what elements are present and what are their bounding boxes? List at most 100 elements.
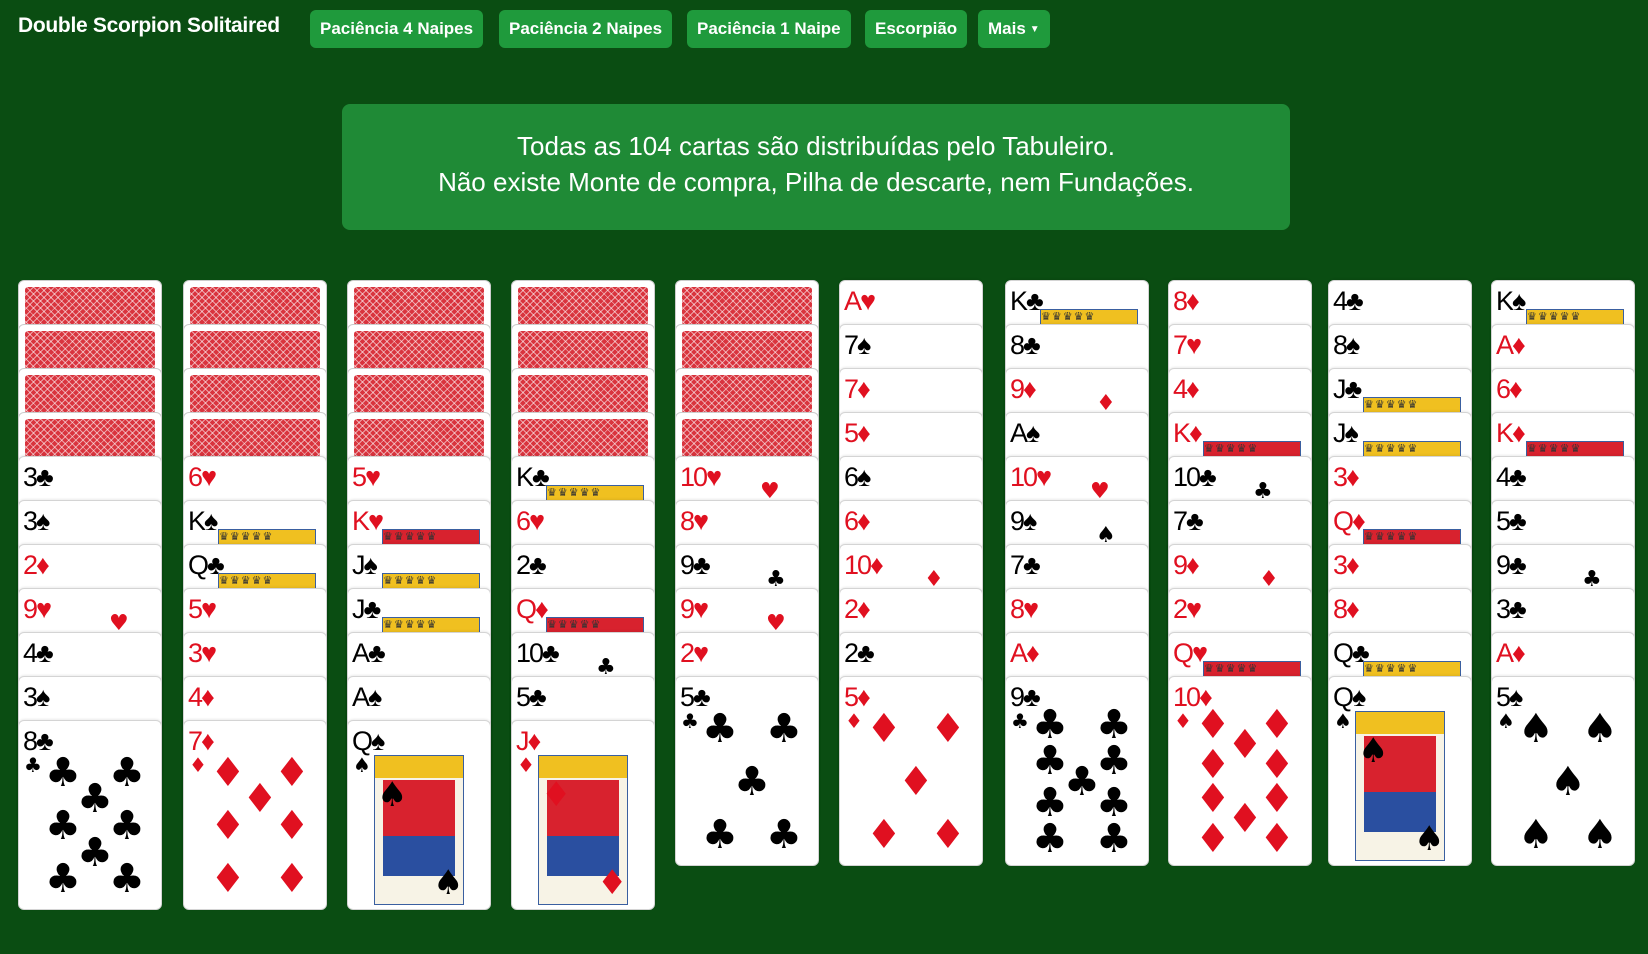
card-index: K♦ [1496, 419, 1526, 447]
card-index: K♥ [352, 506, 384, 536]
clubs-pip-icon: ♣ [45, 856, 81, 902]
card-index: 7♠ [844, 331, 871, 359]
card-index: 7♦ [844, 375, 871, 403]
card-rank: 9 [680, 550, 695, 580]
clubs-suit-icon: ♣ [36, 638, 54, 668]
card-index: J♦ [516, 726, 542, 756]
diamonds-suit-icon: ♦ [1509, 374, 1523, 404]
card-rank: K [1496, 286, 1514, 316]
card-index: 4♦ [188, 682, 215, 712]
card-7-of-diamonds[interactable]: 7♦ ♦ ♦ ♦ ♦ ♦ ♦ ♦ ♦ [183, 720, 327, 910]
card-rank: 5 [844, 682, 859, 712]
card-index: Q♥ [1173, 639, 1208, 667]
spades-suit-icon: ♠ [371, 726, 385, 756]
card-5-of-diamonds[interactable]: 5♦ ♦ ♦ ♦ ♦ ♦ ♦ [839, 676, 983, 866]
spades-suit-icon: ♠ [204, 506, 218, 536]
card-9-of-clubs[interactable]: 9♣ ♣ ♣ ♣ ♣ ♣ ♣ ♣ ♣ ♣ ♣ [1005, 676, 1149, 866]
card-q-of-spades[interactable]: Q♠ ♠ ♠ ♠ [1328, 676, 1472, 866]
card-rank: 8 [1333, 594, 1348, 624]
diamonds-corner-icon: ♦ [1174, 709, 1192, 733]
nav-escorpiao[interactable]: Escorpião [865, 10, 968, 48]
court-card-crown-icon: ♛♛♛♛♛ [218, 573, 316, 588]
hearts-suit-icon: ♥ [1186, 594, 1202, 624]
card-rank: 2 [1173, 594, 1188, 624]
diamonds-pip-icon: ♦ [1259, 702, 1295, 748]
spades-corner-icon: ♠ [1497, 709, 1515, 733]
card-8-of-clubs[interactable]: 8♣ ♣ ♣ ♣ ♣ ♣ ♣ ♣ ♣ ♣ [18, 720, 162, 910]
nav-mais-dropdown[interactable]: Mais ▼ [978, 10, 1050, 48]
card-rank: 9 [1010, 506, 1025, 536]
card-rank: 5 [188, 594, 203, 624]
card-rank: 9 [1010, 374, 1025, 404]
card-index: 6♥ [188, 463, 217, 491]
diamonds-suit-icon: ♦ [1186, 550, 1200, 580]
clubs-suit-icon: ♣ [529, 682, 547, 712]
card-5-of-clubs[interactable]: 5♣ ♣ ♣ ♣ ♣ ♣ ♣ [675, 676, 819, 866]
card-rank: 8 [1010, 594, 1025, 624]
card-rank: K [352, 506, 370, 536]
diamonds-pip-icon: ♦ [866, 812, 902, 858]
card-index: 8♠ [1333, 331, 1360, 359]
diamonds-suit-icon: ♦ [857, 418, 871, 448]
site-title[interactable]: Double Scorpion Solitaired [18, 14, 280, 38]
card-index: 3♣ [23, 463, 54, 491]
card-index: 5♣ [1496, 506, 1527, 536]
card-index: 9♦ [1010, 374, 1037, 404]
card-rank: 3 [1496, 594, 1511, 624]
card-index: 5♥ [352, 463, 381, 491]
card-index: 6♠ [844, 463, 871, 491]
court-card-crown-icon: ♛♛♛♛♛ [1363, 529, 1461, 544]
spades-corner-icon: ♠ [353, 753, 371, 777]
card-rank: J [1333, 418, 1346, 448]
court-card-crown-icon: ♛♛♛♛♛ [1040, 309, 1138, 324]
card-index: Q♦ [516, 595, 549, 623]
nav-paciencia-4-naipes[interactable]: Paciência 4 Naipes [310, 10, 484, 48]
card-5-of-spades[interactable]: 5♠ ♠ ♠ ♠ ♠ ♠ ♠ [1491, 676, 1635, 866]
card-rank: K [1010, 286, 1028, 316]
card-10-of-diamonds[interactable]: 10♦ ♦ ♦ ♦ ♦ ♦ ♦ ♦ ♦ ♦ ♦ ♦ [1168, 676, 1312, 866]
nav-paciencia-2-naipes[interactable]: Paciência 2 Naipes [499, 10, 673, 48]
spades-suit-icon: ♠ [1344, 418, 1359, 448]
card-rank: K [516, 462, 534, 492]
caret-down-icon: ▼ [1029, 24, 1040, 35]
spades-suit-icon: ♠ [1352, 682, 1366, 712]
card-index: 8♥ [680, 506, 709, 536]
card-rank: A [1010, 638, 1028, 668]
clubs-corner-icon: ♣ [1011, 709, 1029, 733]
clubs-suit-icon: ♣ [1509, 550, 1527, 580]
card-rank: 9 [23, 594, 38, 624]
card-rank: 10 [844, 550, 872, 580]
card-rank: K [188, 506, 206, 536]
card-rank: J [1333, 374, 1346, 404]
clubs-suit-icon: ♣ [1509, 506, 1527, 536]
spades-suit-icon: ♠ [368, 682, 382, 712]
card-rank: Q [1333, 682, 1354, 712]
court-portrait: ♠ ♠ [1355, 711, 1445, 861]
card-index: A♦ [1496, 639, 1526, 667]
hearts-suit-icon: ♥ [1036, 462, 1052, 492]
card-index: 3♠ [23, 507, 50, 535]
spades-pip-icon: ♠ [377, 775, 408, 815]
card-j-of-diamonds[interactable]: J♦ ♦ ♦ ♦ [511, 720, 655, 910]
diamonds-suit-icon: ♦ [527, 726, 542, 756]
spades-pip-icon: ♠ [1518, 812, 1554, 858]
diamonds-corner-icon: ♦ [845, 709, 863, 733]
diamonds-pip-icon: ♦ [274, 750, 310, 796]
spades-pip-icon: ♠ [1550, 759, 1586, 805]
card-rank: 8 [680, 506, 695, 536]
diamonds-suit-icon: ♦ [857, 506, 871, 536]
card-rank: 3 [23, 682, 38, 712]
clubs-suit-icon: ♣ [363, 594, 382, 624]
info-banner: Todas as 104 cartas são distribuídas pel… [342, 104, 1290, 230]
clubs-suit-icon: ♣ [529, 550, 547, 580]
card-rank: 2 [844, 638, 859, 668]
diamonds-pip-icon: ♦ [210, 803, 246, 849]
card-rank: A [352, 638, 370, 668]
card-index: 3♦ [1333, 551, 1360, 579]
card-rank: 4 [188, 682, 203, 712]
top-navbar: Double Scorpion Solitaired Paciência 4 N… [0, 0, 1648, 60]
court-portrait: ♠ ♠ [374, 755, 464, 905]
nav-paciencia-1-naipe[interactable]: Paciência 1 Naipe [687, 10, 851, 48]
diamonds-pip-icon: ♦ [866, 706, 902, 752]
card-q-of-spades[interactable]: Q♠ ♠ ♠ ♠ [347, 720, 491, 910]
